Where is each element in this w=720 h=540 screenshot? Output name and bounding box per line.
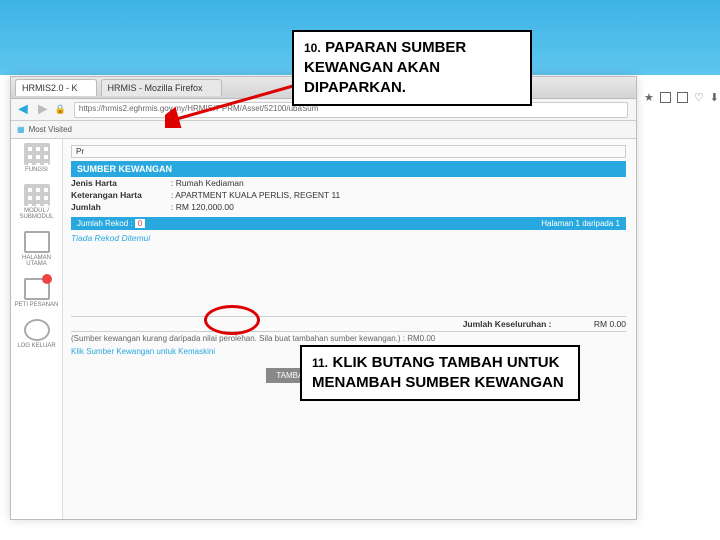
info-row: Jenis Harta: Rumah Kediaman <box>71 177 626 189</box>
download-icon[interactable]: ⬇ <box>710 91 719 104</box>
right-toolbar: ★ ♡ ⬇ ⌂ ≡ <box>644 91 720 104</box>
instruction-step-11: 11. KLIK BUTANG TAMBAH UNTUK MENAMBAH SU… <box>300 345 580 401</box>
app-sidebar: FUNGSI MODUL / SUBMODUL HALAMAN UTAMA PE… <box>11 139 63 519</box>
instruction-step-10: 10. PAPARAN SUMBER KEWANGAN AKAN DIPAPAR… <box>292 30 532 106</box>
shield-icon[interactable]: ♡ <box>694 91 704 104</box>
red-arrow <box>165 84 297 128</box>
prompt-field[interactable]: Pr <box>71 145 626 158</box>
sidebar-item-fungsi[interactable]: FUNGSI <box>13 143 61 174</box>
home-icon <box>24 231 50 253</box>
warning-note: (Sumber kewangan kurang daripada nilai p… <box>71 331 626 345</box>
total-row: Jumlah Keseluruhan : RM 0.00 <box>71 316 626 331</box>
step-number: 10. <box>304 41 321 55</box>
sidebar-item-modul[interactable]: MODUL / SUBMODUL <box>13 184 61 221</box>
page-indicator: Halaman 1 daripada 1 <box>541 219 620 228</box>
step-text: KLIK BUTANG TAMBAH UNTUK MENAMBAH SUMBER… <box>312 354 564 391</box>
highlight-circle <box>204 305 260 335</box>
section-header: SUMBER KEWANGAN <box>71 161 626 177</box>
bookmarks-bar: ▦ Most Visited <box>11 121 636 139</box>
sidebar-item-home[interactable]: HALAMAN UTAMA <box>13 231 61 268</box>
most-visited-icon[interactable]: ▦ <box>17 125 25 134</box>
info-row: Jumlah: RM 120,000.00 <box>71 201 626 213</box>
star-icon[interactable]: ★ <box>644 91 654 104</box>
browser-window: HRMIS2.0 - K HRMIS - Mozilla Firefox ◄ ►… <box>10 76 637 520</box>
toolbar-icon[interactable] <box>660 92 671 103</box>
step-text: PAPARAN SUMBER KEWANGAN AKAN DIPAPARKAN. <box>304 39 466 96</box>
back-icon[interactable]: ◄ <box>15 101 31 119</box>
browser-tab-1[interactable]: HRMIS2.0 - K <box>15 79 97 96</box>
record-count: 0 <box>135 219 145 228</box>
grid-icon <box>24 184 50 206</box>
toolbar-icon[interactable] <box>677 92 688 103</box>
info-row: Keterangan Harta: APARTMENT KUALA PERLIS… <box>71 189 626 201</box>
mail-icon <box>24 278 50 300</box>
lock-icon: 🔒 <box>55 104 66 115</box>
main-content: Pr SUMBER KEWANGAN Jenis Harta: Rumah Ke… <box>63 139 636 519</box>
sidebar-item-messages[interactable]: PETI PESANAN <box>13 278 61 309</box>
logout-icon <box>24 319 50 341</box>
forward-icon[interactable]: ► <box>35 101 51 119</box>
empty-message: Tiada Rekod Ditemui <box>71 230 626 246</box>
step-number: 11. <box>312 356 328 370</box>
grid-icon <box>24 143 50 165</box>
most-visited-label[interactable]: Most Visited <box>29 125 72 134</box>
record-bar: Jumlah Rekod : 0 Halaman 1 daripada 1 <box>71 217 626 230</box>
sidebar-item-logout[interactable]: LOG KELUAR <box>13 319 61 350</box>
